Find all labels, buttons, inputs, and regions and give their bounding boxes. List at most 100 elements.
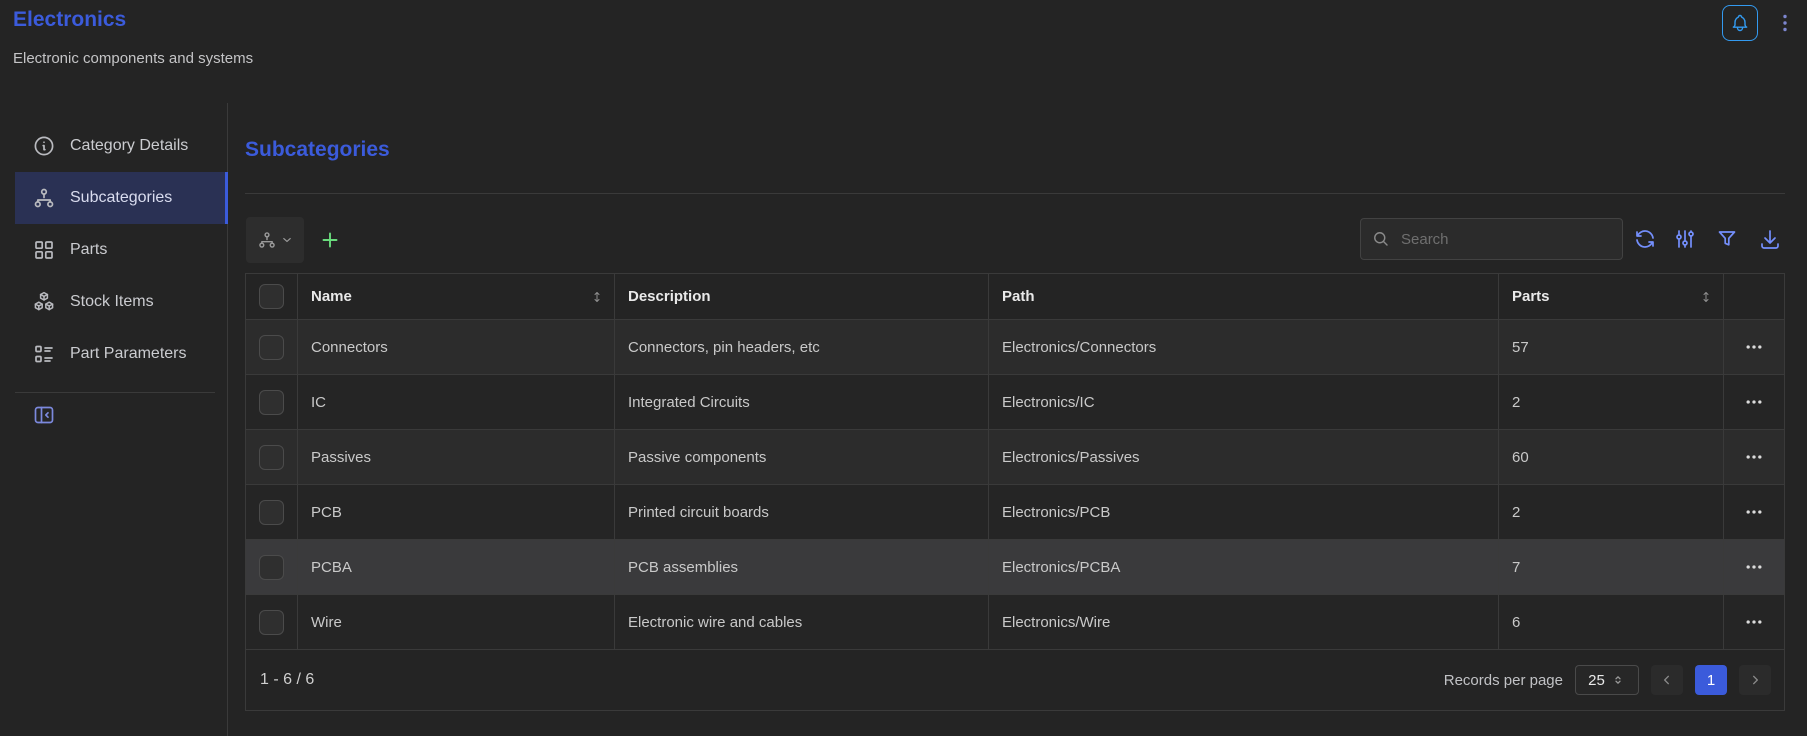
- table-row[interactable]: IC Integrated Circuits Electronics/IC 2: [246, 374, 1784, 429]
- cell-path: Electronics/Connectors: [989, 320, 1499, 374]
- adjustments-icon: [1673, 227, 1697, 251]
- cell-name: IC: [298, 375, 615, 429]
- sort-icon[interactable]: [1698, 289, 1714, 305]
- table-row[interactable]: PCBA PCB assemblies Electronics/PCBA 7: [246, 539, 1784, 594]
- next-page-button[interactable]: [1739, 665, 1771, 695]
- page-1-button[interactable]: 1: [1695, 665, 1727, 695]
- collapse-sidebar-button[interactable]: [29, 400, 59, 430]
- selector-icon: [1610, 672, 1626, 688]
- row-checkbox[interactable]: [259, 555, 284, 580]
- cell-description: PCB assemblies: [615, 540, 989, 594]
- chevron-left-icon: [1659, 672, 1675, 688]
- table-row[interactable]: PCB Printed circuit boards Electronics/P…: [246, 484, 1784, 539]
- records-per-page-label: Records per page: [1444, 672, 1563, 689]
- subcategories-table: Name Description Path Parts Connectors: [245, 273, 1785, 711]
- sitemap-icon: [257, 230, 277, 250]
- divider: [15, 392, 215, 393]
- record-range-label: 1 - 6 / 6: [259, 671, 314, 689]
- row-checkbox[interactable]: [259, 445, 284, 470]
- dots-icon: [1744, 447, 1764, 467]
- cell-path: Electronics/Wire: [989, 595, 1499, 649]
- cell-path: Electronics/IC: [989, 375, 1499, 429]
- chevron-right-icon: [1747, 672, 1763, 688]
- list-details-icon: [32, 342, 56, 366]
- cell-parts: 6: [1499, 595, 1724, 649]
- sidebar-item-label: Subcategories: [70, 189, 172, 207]
- row-checkbox[interactable]: [259, 335, 284, 360]
- sort-icon[interactable]: [589, 289, 605, 305]
- cell-description: Electronic wire and cables: [615, 595, 989, 649]
- sidebar-item-label: Parts: [70, 241, 107, 259]
- column-header-actions: [1724, 274, 1784, 319]
- dots-icon: [1744, 502, 1764, 522]
- table-row[interactable]: Passives Passive components Electronics/…: [246, 429, 1784, 484]
- filter-icon: [1715, 227, 1739, 251]
- row-checkbox[interactable]: [259, 390, 284, 415]
- dots-vertical-icon: [1773, 11, 1797, 35]
- sitemap-icon: [32, 186, 56, 210]
- download-icon: [1758, 227, 1782, 251]
- cell-path: Electronics/Passives: [989, 430, 1499, 484]
- row-actions-button[interactable]: [1734, 602, 1774, 642]
- cell-description: Passive components: [615, 430, 989, 484]
- sidebar-item-category-details[interactable]: Category Details: [15, 120, 227, 172]
- row-actions-button[interactable]: [1734, 437, 1774, 477]
- row-actions-button[interactable]: [1734, 547, 1774, 587]
- column-header-name[interactable]: Name: [298, 274, 615, 319]
- chevron-down-icon: [280, 233, 294, 247]
- notifications-button[interactable]: [1722, 5, 1758, 41]
- cell-path: Electronics/PCBA: [989, 540, 1499, 594]
- dots-icon: [1744, 337, 1764, 357]
- download-button[interactable]: [1756, 225, 1784, 253]
- sidebar-item-subcategories[interactable]: Subcategories: [15, 172, 227, 224]
- dots-icon: [1744, 392, 1764, 412]
- sidebar-item-part-parameters[interactable]: Part Parameters: [15, 328, 227, 380]
- refresh-button[interactable]: [1631, 225, 1659, 253]
- cell-name: PCB: [298, 485, 615, 539]
- cell-parts: 57: [1499, 320, 1724, 374]
- sitemap-dropdown-button[interactable]: [246, 217, 304, 263]
- table-row[interactable]: Wire Electronic wire and cables Electron…: [246, 594, 1784, 649]
- section-heading: Subcategories: [245, 138, 390, 162]
- table-options-button[interactable]: [1671, 225, 1699, 253]
- row-checkbox[interactable]: [259, 500, 284, 525]
- packages-icon: [32, 290, 56, 314]
- grid-icon: [32, 238, 56, 262]
- sidebar-item-stock-items[interactable]: Stock Items: [15, 276, 227, 328]
- cell-name: Passives: [298, 430, 615, 484]
- add-subcategory-button[interactable]: [315, 225, 345, 255]
- table-footer: 1 - 6 / 6 Records per page 25 1: [246, 649, 1784, 710]
- dots-icon: [1744, 557, 1764, 577]
- filter-button[interactable]: [1713, 225, 1741, 253]
- row-actions-button[interactable]: [1734, 492, 1774, 532]
- pagination: Records per page 25 1: [1444, 665, 1771, 695]
- dots-icon: [1744, 612, 1764, 632]
- search-icon: [1371, 229, 1391, 249]
- search-box: [1360, 218, 1623, 260]
- sidebar-item-parts[interactable]: Parts: [15, 224, 227, 276]
- sidebar-item-label: Part Parameters: [70, 345, 186, 363]
- column-header-parts[interactable]: Parts: [1499, 274, 1724, 319]
- cell-path: Electronics/PCB: [989, 485, 1499, 539]
- row-checkbox[interactable]: [259, 610, 284, 635]
- cell-name: PCBA: [298, 540, 615, 594]
- cell-description: Printed circuit boards: [615, 485, 989, 539]
- collapse-sidebar-icon: [32, 403, 56, 427]
- bell-icon: [1730, 13, 1750, 33]
- select-all-checkbox[interactable]: [259, 284, 284, 309]
- previous-page-button[interactable]: [1651, 665, 1683, 695]
- actions-menu-button[interactable]: [1770, 6, 1800, 40]
- row-actions-button[interactable]: [1734, 382, 1774, 422]
- column-header-description: Description: [615, 274, 989, 319]
- sidebar: Category Details Subcategories Parts Sto…: [15, 120, 227, 380]
- cell-name: Connectors: [298, 320, 615, 374]
- records-per-page-select[interactable]: 25: [1575, 665, 1639, 695]
- search-input[interactable]: [1360, 218, 1623, 260]
- table-row[interactable]: Connectors Connectors, pin headers, etc …: [246, 319, 1784, 374]
- row-actions-button[interactable]: [1734, 327, 1774, 367]
- sidebar-item-label: Stock Items: [70, 293, 154, 311]
- cell-description: Connectors, pin headers, etc: [615, 320, 989, 374]
- cell-parts: 2: [1499, 375, 1724, 429]
- page-title: Electronics: [13, 8, 126, 32]
- sidebar-item-label: Category Details: [70, 137, 188, 155]
